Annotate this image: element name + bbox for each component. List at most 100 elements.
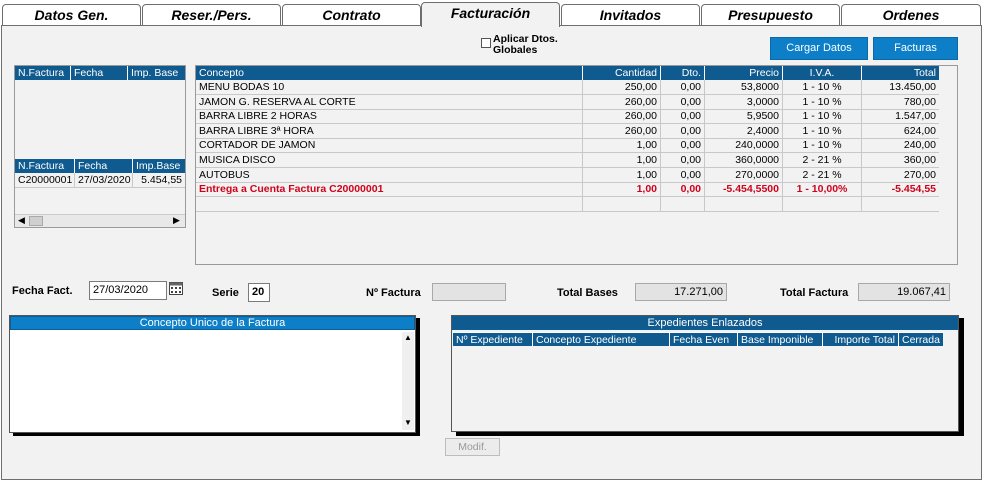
- linea-total: 624,00: [903, 124, 936, 137]
- facturas-button[interactable]: Facturas: [873, 37, 958, 60]
- calendar-icon[interactable]: [169, 281, 183, 295]
- linea-dto: 0,00: [661, 138, 705, 153]
- linea-iva: 1 - 10 %: [783, 94, 862, 109]
- linea-concepto: CORTADOR DE JAMON: [196, 138, 583, 153]
- serie-input[interactable]: 20: [248, 283, 270, 302]
- col-fecha-even: Fecha Even: [670, 333, 738, 347]
- tab-datos-gen[interactable]: Datos Gen.: [2, 4, 141, 26]
- col-total: Total: [913, 67, 936, 79]
- linea-dto: 0,00: [661, 123, 705, 138]
- concepto-unico-textarea[interactable]: [12, 332, 400, 430]
- col-concepto: Concepto: [196, 66, 583, 80]
- linea-row[interactable]: AUTOBUS 1,00 0,00 270,0000 2 - 21 % 270,00: [196, 167, 939, 183]
- aplicar-dtos-label: Aplicar Dtos. Globales: [493, 33, 558, 56]
- linea-row[interactable]: MUSICA DISCO 1,00 0,00 360,0000 2 - 21 % 360,…: [196, 153, 939, 168]
- linea-entrega-row[interactable]: Entrega a Cuenta Factura C20000001 1,00 0,…: [196, 182, 939, 198]
- col-concepto-expediente: Concepto Expediente: [533, 333, 670, 347]
- linea-iva: 2 - 21 %: [783, 167, 862, 182]
- linea-concepto: JAMON G. RESERVA AL CORTE: [196, 94, 583, 109]
- factura-row-imp: 5.454,55: [141, 174, 182, 186]
- expedientes-panel: Expedientes Enlazados Nº Expediente Conc…: [451, 315, 959, 432]
- horizontal-scrollbar[interactable]: ◀ ▶: [15, 214, 185, 227]
- linea-dto: 0,00: [661, 109, 705, 124]
- scroll-down-icon[interactable]: ▼: [404, 418, 412, 427]
- scroll-left-icon[interactable]: ◀: [18, 215, 25, 226]
- linea-precio: 5,9500: [705, 109, 783, 124]
- linea-total: 1.547,00: [895, 110, 936, 123]
- linea-iva: 1 - 10 %: [783, 138, 862, 153]
- linea-cantidad: 250,00: [583, 80, 661, 94]
- modif-button[interactable]: Modif.: [445, 438, 500, 456]
- total-factura-label: Total Factura: [780, 287, 849, 299]
- concepto-unico-title: Concepto Unico de la Factura: [10, 316, 415, 330]
- col-importe-total: Importe Total: [823, 333, 899, 347]
- fecha-fact-input[interactable]: 27/03/2020: [89, 281, 167, 300]
- col-base-imponible: Base Imponible: [738, 333, 823, 347]
- linea-precio: 360,0000: [705, 153, 783, 167]
- linea-dto: [661, 196, 705, 211]
- expedientes-title: Expedientes Enlazados: [452, 316, 958, 330]
- cargar-datos-button[interactable]: Cargar Datos: [770, 37, 868, 60]
- linea-cantidad: 1,00: [583, 153, 661, 167]
- linea-cantidad: 260,00: [583, 123, 661, 138]
- col-cerrada: Cerrada: [902, 334, 940, 346]
- linea-concepto: Entrega a Cuenta Factura C20000001: [196, 182, 583, 197]
- linea-precio: 3,0000: [705, 94, 783, 109]
- linea-dto: 0,00: [661, 153, 705, 167]
- tab-presupuesto[interactable]: Presupuesto: [701, 4, 840, 26]
- linea-iva: 1 - 10,00%: [783, 182, 862, 197]
- linea-total: 360,00: [903, 154, 936, 166]
- linea-row[interactable]: BARRA LIBRE 3ª HORA 260,00 0,00 2,4000 1 - 1…: [196, 123, 939, 139]
- nfactura-field: [432, 283, 506, 301]
- linea-dto: 0,00: [661, 182, 705, 197]
- linea-total: [862, 197, 939, 211]
- linea-cantidad: 260,00: [583, 109, 661, 124]
- linea-total: 780,00: [903, 95, 936, 108]
- linea-iva: 1 - 10 %: [783, 109, 862, 124]
- linea-dto: 0,00: [661, 80, 705, 94]
- col-nfactura: N.Factura: [15, 66, 71, 80]
- total-bases-label: Total Bases: [557, 287, 618, 299]
- col-nfactura-2: N.Factura: [15, 159, 75, 173]
- tab-reser-pers[interactable]: Reser./Pers.: [142, 4, 281, 26]
- lineas-factura-grid: Concepto Cantidad Dto. Precio I.V.A. Tot…: [195, 65, 958, 265]
- linea-cantidad: 1,00: [583, 167, 661, 182]
- scroll-up-icon[interactable]: ▲: [404, 333, 412, 342]
- fecha-fact-label: Fecha Fact.: [12, 285, 73, 297]
- linea-concepto: BARRA LIBRE 2 HORAS: [196, 109, 583, 124]
- linea-row[interactable]: MENU BODAS 10 250,00 0,00 53,8000 1 - 10 % 13…: [196, 80, 939, 95]
- linea-iva: [783, 196, 862, 211]
- linea-iva: 1 - 10 %: [783, 123, 862, 138]
- col-n-expediente: Nº Expediente: [453, 333, 533, 347]
- facturas-grid2-header: N.Factura Fecha Imp.Base: [15, 159, 185, 173]
- linea-row[interactable]: [196, 196, 939, 212]
- tab-contrato[interactable]: Contrato: [282, 4, 421, 26]
- factura-row[interactable]: C20000001 27/03/2020 5.454,55: [15, 173, 185, 188]
- col-dto: Dto.: [661, 66, 705, 80]
- linea-concepto: [196, 196, 583, 211]
- linea-precio: 270,0000: [705, 167, 783, 182]
- scroll-right-icon[interactable]: ▶: [173, 215, 180, 226]
- tab-facturacion[interactable]: Facturación: [421, 2, 560, 27]
- col-iva: I.V.A.: [783, 66, 862, 80]
- col-fecha-2: Fecha: [75, 159, 133, 173]
- aplicar-dtos-checkbox[interactable]: [481, 38, 491, 48]
- linea-total: 270,00: [903, 168, 936, 181]
- total-factura-field: 19.067,41: [858, 283, 950, 301]
- serie-label: Serie: [212, 287, 239, 299]
- linea-precio: 240,0000: [705, 138, 783, 153]
- scroll-thumb[interactable]: [29, 216, 43, 226]
- linea-concepto: AUTOBUS: [196, 167, 583, 182]
- vertical-scrollbar[interactable]: ▲ ▼: [402, 332, 414, 430]
- tab-ordenes[interactable]: Ordenes: [841, 4, 981, 26]
- linea-cantidad: 260,00: [583, 94, 661, 109]
- tab-invitados[interactable]: Invitados: [561, 4, 700, 26]
- linea-total: -5.454,55: [891, 183, 936, 196]
- total-bases-field: 17.271,00: [635, 283, 727, 301]
- linea-iva: 1 - 10 %: [783, 80, 862, 94]
- linea-row[interactable]: JAMON G. RESERVA AL CORTE 260,00 0,00 3,000…: [196, 94, 939, 110]
- linea-row[interactable]: CORTADOR DE JAMON 1,00 0,00 240,0000 1 - 10 …: [196, 138, 939, 154]
- linea-row[interactable]: BARRA LIBRE 2 HORAS 260,00 0,00 5,9500 1 - 1…: [196, 109, 939, 125]
- linea-cantidad: 1,00: [583, 138, 661, 153]
- linea-cantidad: [583, 196, 661, 211]
